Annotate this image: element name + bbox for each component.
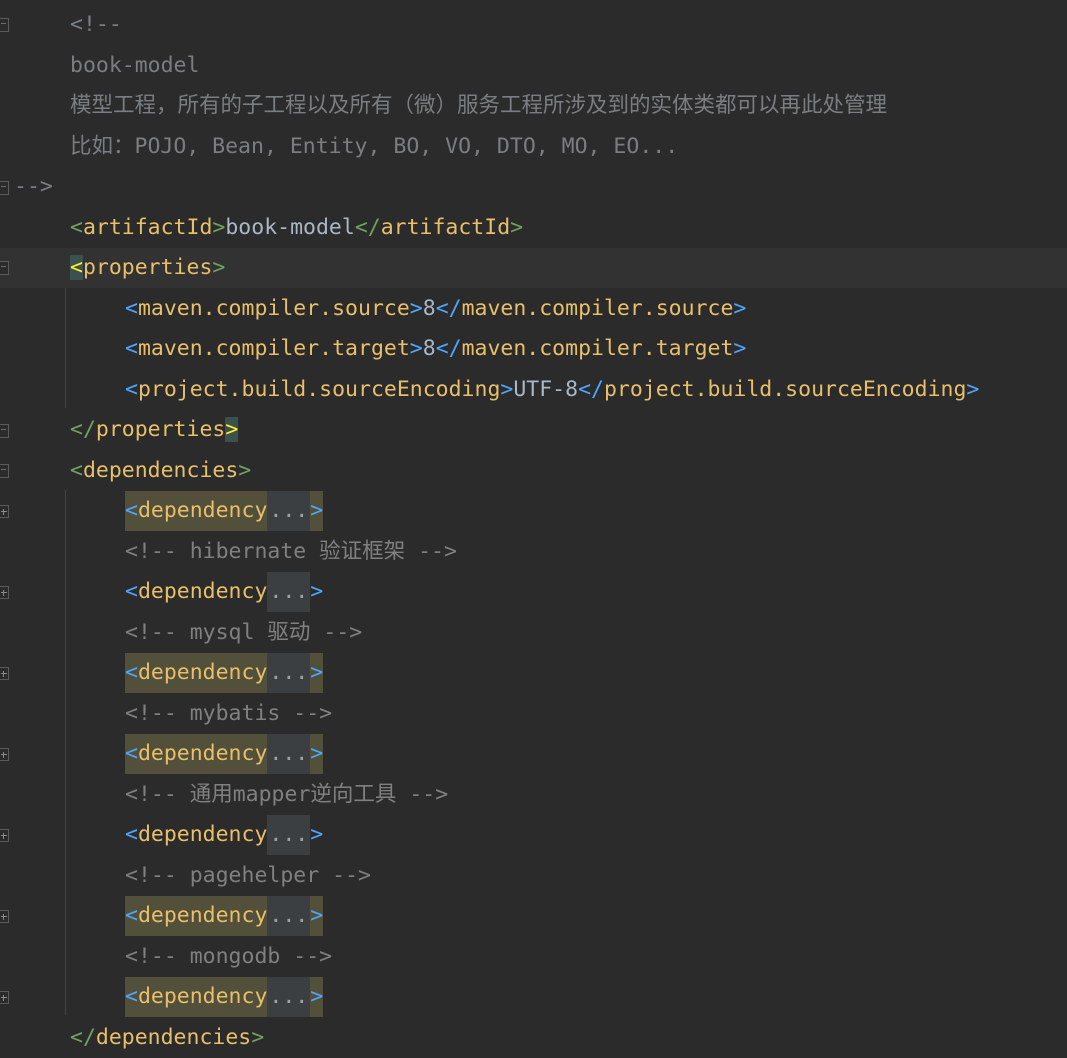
dependency-comment: <!-- mysql 驱动 --> (125, 620, 363, 645)
dependency-folded[interactable]: <dependency...> (125, 896, 324, 936)
property-line[interactable]: <maven.compiler.target>8</maven.compiler… (125, 329, 746, 369)
property-value: 8 (422, 296, 436, 321)
dependency-comment: <!-- 通用mapper逆向工具 --> (125, 782, 449, 807)
property-tag: project.build.sourceEncoding (603, 377, 967, 402)
dependency-tag: dependency (137, 984, 268, 1009)
properties-close-line[interactable]: </properties> (70, 410, 239, 450)
dependency-tag: dependency (137, 903, 268, 928)
fold-open-icon[interactable] (0, 181, 9, 195)
dependency-tag: dependency (137, 498, 268, 523)
dependency-comment: <!-- pagehelper --> (125, 856, 371, 896)
fold-placeholder[interactable]: ... (267, 977, 311, 1017)
dependencies-open-line[interactable]: <dependencies> (70, 451, 251, 491)
property-tag: project.build.sourceEncoding (137, 377, 501, 402)
comment-open: <!-- (70, 12, 122, 37)
fold-placeholder[interactable]: ... (267, 896, 311, 936)
fold-expand-icon[interactable] (0, 829, 9, 842)
properties-open-tag: properties (82, 255, 213, 280)
dependency-comment: <!-- mybatis --> (125, 701, 333, 726)
fold-placeholder[interactable]: ... (267, 653, 311, 693)
fold-placeholder[interactable]: ... (267, 491, 311, 531)
properties-open-line[interactable]: <properties> (70, 248, 225, 288)
pagehelper-comment-text: <!-- pagehelper --> (125, 863, 371, 888)
dependencies-close-line[interactable]: </dependencies> (70, 1018, 264, 1058)
fold-open-icon[interactable] (0, 424, 9, 438)
dependency-folded[interactable]: <dependency...> (125, 815, 323, 855)
property-line[interactable]: <maven.compiler.source>8</maven.compiler… (125, 289, 746, 329)
fold-placeholder[interactable]: ... (267, 734, 311, 774)
property-value: 8 (422, 336, 436, 361)
fold-open-icon[interactable] (0, 464, 9, 478)
artifact-id-line[interactable]: <artifactId>book-model</artifactId> (70, 208, 523, 248)
artifact-close-tag: artifactId (380, 215, 511, 240)
fold-placeholder[interactable]: ... (267, 572, 311, 612)
dependency-tag: dependency (137, 660, 268, 685)
dependency-tag: dependency (137, 822, 268, 847)
dependency-folded[interactable]: <dependency...> (125, 653, 324, 693)
comment-line: 比如：POJO, Bean, Entity, BO, VO, DTO, MO, … (70, 134, 679, 159)
fold-gutter (0, 0, 14, 1058)
dependency-folded[interactable]: <dependency...> (125, 491, 324, 531)
fold-expand-icon[interactable] (0, 667, 9, 680)
fold-open-icon[interactable] (0, 261, 9, 275)
comment-close: --> (14, 174, 53, 199)
property-tag: maven.compiler.source (461, 296, 734, 321)
property-tag: maven.compiler.source (137, 296, 410, 321)
dependency-folded[interactable]: <dependency...> (125, 572, 323, 612)
property-value: UTF-8 (513, 377, 579, 402)
fold-placeholder[interactable]: ... (267, 815, 311, 855)
fold-expand-icon[interactable] (0, 991, 9, 1004)
dependency-comment: <!-- hibernate 验证框架 --> (125, 539, 457, 564)
properties-close-tag: properties (95, 417, 226, 442)
property-tag: maven.compiler.target (461, 336, 734, 361)
artifact-value: book-model (225, 215, 355, 240)
indent-guide (65, 288, 66, 408)
comment-line: 模型工程，所有的子工程以及所有（微）服务工程所涉及到的实体类都可以再此处管理 (70, 93, 888, 118)
dependency-tag: dependency (137, 741, 268, 766)
dependencies-open-tag: dependencies (82, 458, 239, 483)
fold-expand-icon[interactable] (0, 586, 9, 599)
indent-guide (65, 490, 66, 1015)
dependency-folded[interactable]: <dependency...> (125, 734, 324, 774)
dependency-tag: dependency (137, 579, 268, 604)
comment-line: book-model (70, 53, 200, 78)
property-line[interactable]: <project.build.sourceEncoding>UTF-8</pro… (125, 370, 979, 410)
fold-expand-icon[interactable] (0, 748, 9, 761)
dependency-folded[interactable]: <dependency...> (125, 977, 324, 1017)
fold-expand-icon[interactable] (0, 910, 9, 923)
fold-expand-icon[interactable] (0, 505, 9, 518)
fold-open-icon[interactable] (0, 18, 9, 32)
dependencies-close-tag: dependencies (95, 1025, 252, 1050)
dependency-comment: <!-- mongodb --> (125, 944, 333, 969)
artifact-open-tag: artifactId (82, 215, 213, 240)
property-tag: maven.compiler.target (137, 336, 410, 361)
